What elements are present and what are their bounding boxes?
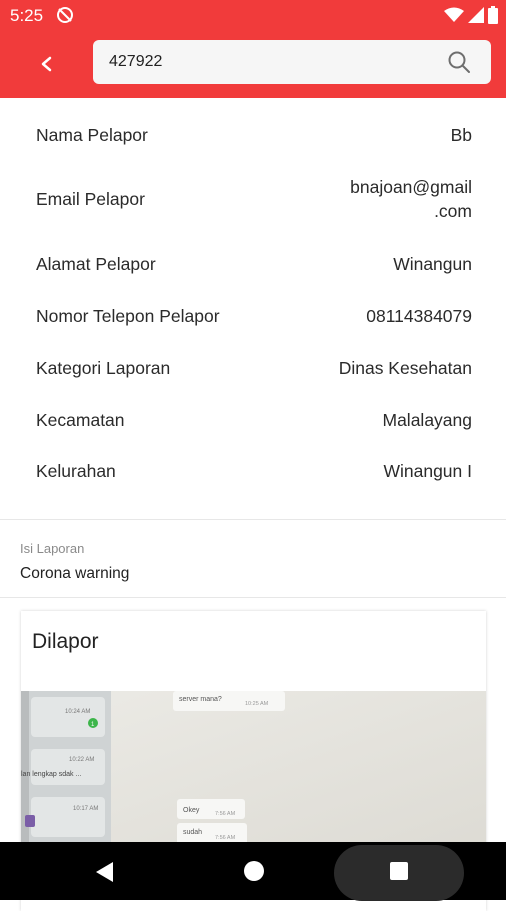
detail-value: Winangun I: [383, 461, 472, 481]
detail-label: Kategori Laporan: [36, 357, 171, 378]
left-bubble-text: lan lengkap sdak ...: [21, 771, 81, 778]
detail-value: Winangun: [393, 254, 472, 274]
detail-value: Dinas Kesehatan: [338, 358, 472, 378]
detail-value: bnajoan@gmail .com: [350, 175, 472, 223]
detail-value: Malalayang: [382, 410, 473, 430]
right-bubble-time-3: 7:56 AM: [215, 835, 236, 841]
left-bubble-time-3: 10:17 AM: [73, 806, 98, 812]
app-bar: [0, 30, 506, 98]
signal-icon: [468, 7, 484, 23]
detail-row-nama: Nama Pelapor Bb: [36, 123, 472, 147]
sync-off-icon: [57, 7, 73, 23]
back-triangle-icon[interactable]: [93, 860, 117, 884]
right-bubble-text-3: sudah: [183, 829, 202, 836]
search-box[interactable]: [93, 40, 491, 84]
left-bubble-time-1: 10:24 AM: [65, 709, 90, 715]
detail-value: 08114384079: [366, 306, 472, 326]
detail-label: Kecamatan: [36, 409, 125, 430]
search-input[interactable]: [109, 40, 409, 84]
detail-label: Nama Pelapor: [36, 124, 148, 145]
detail-row-alamat: Alamat Pelapor Winangun: [36, 252, 472, 276]
detail-label: Kelurahan: [36, 460, 116, 481]
detail-row-email: Email Pelapor bnajoan@gmail .com: [36, 175, 472, 223]
email-line-1: bnajoan@gmail: [350, 177, 472, 197]
detail-row-kecamatan: Kecamatan Malalayang: [36, 408, 472, 432]
wifi-icon: [444, 7, 464, 22]
detail-label: Alamat Pelapor: [36, 253, 156, 274]
right-bubble-text-1: server mana?: [179, 696, 222, 703]
card-title: Dilapor: [32, 630, 99, 653]
home-circle-icon[interactable]: [244, 861, 264, 881]
detail-label: Email Pelapor: [36, 188, 145, 209]
recents-square-icon[interactable]: [390, 862, 408, 880]
isi-laporan-value: Corona warning: [20, 565, 130, 582]
search-icon[interactable]: [447, 50, 471, 74]
chevron-left-icon[interactable]: [30, 50, 62, 78]
status-icons: [444, 6, 498, 24]
chat-screenshot-image: 10:24 AM 1 10:22 AM lan lengkap sdak ...…: [21, 691, 486, 851]
divider: [0, 597, 506, 598]
detail-value: Bb: [450, 125, 472, 145]
detail-row-kategori: Kategori Laporan Dinas Kesehatan: [36, 356, 472, 380]
report-photo[interactable]: 10:24 AM 1 10:22 AM lan lengkap sdak ...…: [21, 691, 486, 851]
status-bar: 5:25: [0, 0, 506, 30]
detail-row-telepon: Nomor Telepon Pelapor 08114384079: [36, 304, 472, 328]
battery-icon: [488, 6, 498, 24]
right-bubble-time-2: 7:56 AM: [215, 811, 236, 817]
navigation-bar: [0, 842, 506, 901]
detail-row-kelurahan: Kelurahan Winangun I: [36, 459, 472, 483]
status-time: 5:25: [10, 6, 44, 25]
divider: [0, 519, 506, 520]
right-bubble-text-2: Okey: [183, 807, 200, 814]
email-line-2: .com: [434, 201, 472, 221]
left-bubble-time-2: 10:22 AM: [69, 757, 94, 763]
isi-laporan-label: Isi Laporan: [20, 541, 85, 556]
detail-label: Nomor Telepon Pelapor: [36, 305, 220, 326]
right-bubble-time-1: 10:25 AM: [245, 701, 269, 707]
